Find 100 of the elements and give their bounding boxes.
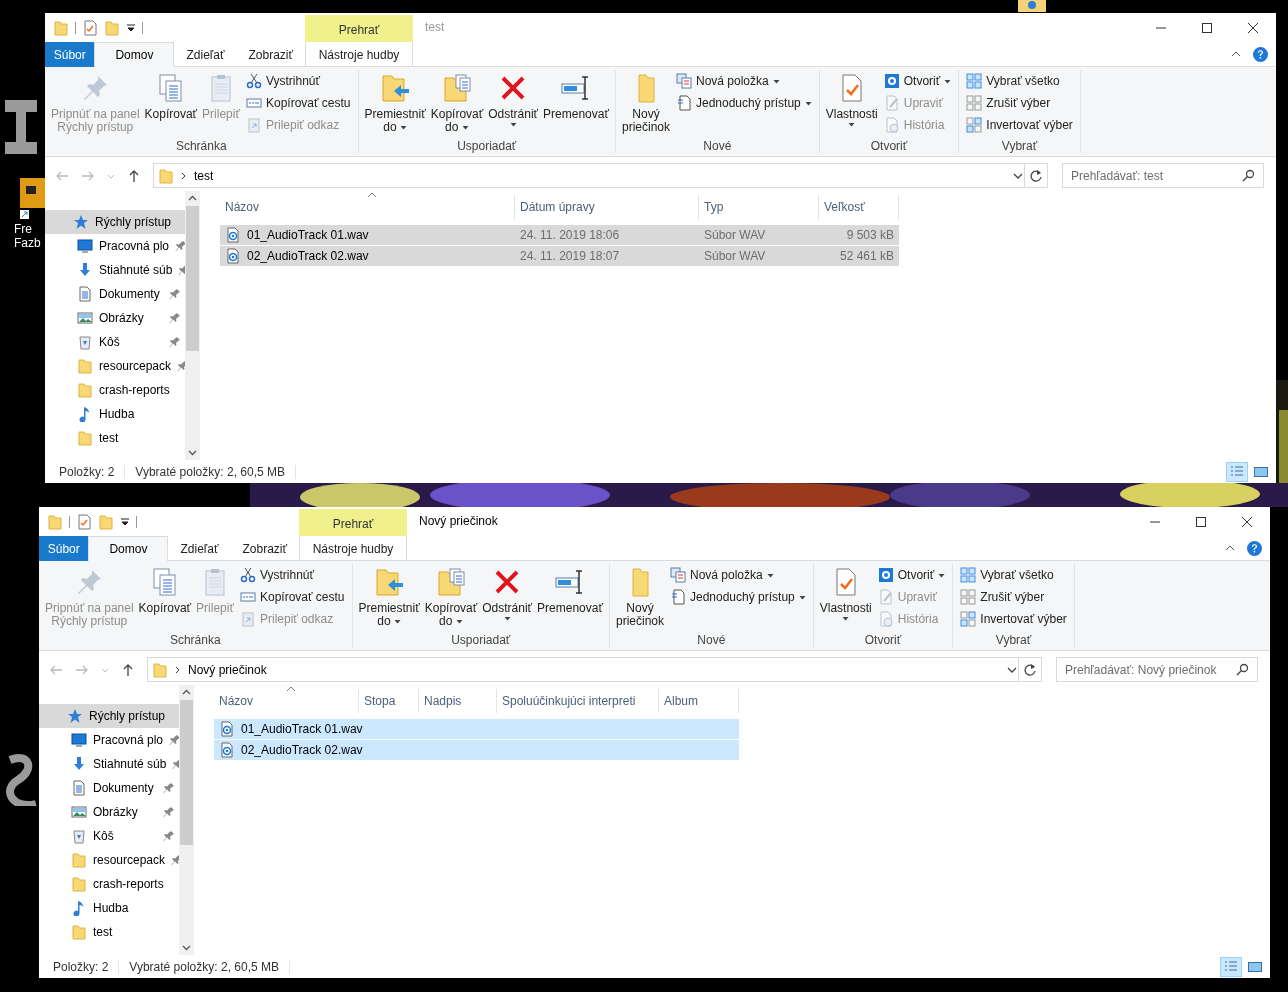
address-field[interactable]: Nový priečinok [147, 657, 1042, 682]
search-field[interactable]: Prehľadávať: Nový priečinok [1056, 657, 1258, 682]
ribbon-button[interactable]: Kopírovať [142, 70, 200, 123]
search-field[interactable]: Prehľadávať: test [1062, 163, 1264, 188]
grid-icon [966, 73, 983, 89]
maximize-icon[interactable] [1195, 515, 1207, 528]
checklist-icon[interactable] [76, 513, 92, 530]
nav-item[interactable]: Dokumenty [39, 776, 179, 800]
column-header[interactable]: Dátum úpravy [515, 195, 699, 219]
nav-item[interactable]: test [45, 426, 185, 450]
ribbon-button[interactable]: Nový priečinok [613, 564, 666, 630]
ribbon-tab[interactable]: Zobraziť [236, 42, 305, 67]
ribbon-button[interactable]: Vlastnosti [817, 564, 874, 624]
ribbon-button[interactable]: Kopírovať [136, 564, 194, 617]
nav-item[interactable]: test [39, 920, 179, 944]
caret-icon [848, 121, 856, 128]
table-cell-text: 24. 11. 2019 18:07 [519, 249, 621, 263]
column-header[interactable]: Veľkosť [819, 195, 899, 219]
ribbon-button[interactable]: Odstrániť [480, 564, 535, 624]
help-icon[interactable] [1253, 46, 1268, 62]
ribbon-button[interactable]: Kopírovať cestu [242, 92, 354, 114]
scrollbar[interactable] [179, 685, 194, 955]
column-header[interactable]: Názov [220, 195, 515, 219]
maximize-icon[interactable] [1201, 21, 1213, 34]
nav-item[interactable]: Obrázky [45, 306, 185, 330]
ribbon-tab[interactable]: Zdieľať [174, 42, 237, 67]
column-header[interactable]: Nadpis [419, 689, 497, 713]
ribbon-button[interactable]: Vlastnosti [823, 70, 880, 130]
ribbon-tab[interactable]: Súbor [45, 42, 95, 67]
sort-caret-icon [367, 192, 377, 198]
up-icon[interactable] [121, 662, 135, 677]
file-row[interactable]: 02_AudioTrack 02.wav [214, 740, 739, 760]
ribbon-button[interactable]: Nový priečinok [619, 70, 672, 136]
collapse-icon[interactable] [1225, 543, 1235, 553]
ribbon-tab[interactable]: Zobraziť [230, 536, 299, 561]
ribbon-button[interactable]: Zrušiť výber [957, 586, 1070, 608]
ribbon-button[interactable]: Otvoriť [874, 564, 949, 586]
ribbon-button[interactable]: Vystrihnúť [236, 564, 348, 586]
nav-item[interactable]: Pracovná plo [45, 234, 185, 258]
desktop-icon[interactable] [1018, 0, 1048, 12]
column-header[interactable]: Názov [214, 689, 359, 713]
ribbon-button[interactable]: Zrušiť výber [963, 92, 1076, 114]
column-header[interactable]: Spoluúčinkujúci interpreti [497, 689, 659, 713]
nav-item[interactable]: Dokumenty [45, 282, 185, 306]
close-icon[interactable] [1247, 21, 1259, 34]
nav-item[interactable]: crash-reports [45, 378, 185, 402]
nav-item[interactable]: resourcepack [39, 848, 179, 872]
ribbon-button[interactable]: Jednoduchý prístup [673, 92, 815, 114]
ribbon-button[interactable]: Vystrihnúť [242, 70, 354, 92]
nav-item[interactable]: Obrázky [39, 800, 179, 824]
ribbon-button[interactable]: Premenovať [541, 70, 611, 123]
checklist-icon[interactable] [82, 19, 98, 36]
refresh-icon[interactable] [1029, 168, 1043, 183]
ribbon-button[interactable]: Nová položka [673, 70, 815, 92]
close-icon[interactable] [1241, 515, 1253, 528]
ribbon-button[interactable]: Kopírovať do [422, 564, 480, 630]
up-icon[interactable] [127, 168, 141, 183]
ribbon-button[interactable]: Vybrať všetko [963, 70, 1076, 92]
ribbon-button[interactable]: Premenovať [535, 564, 605, 617]
file-row[interactable]: 01_AudioTrack 01.wav [214, 719, 739, 739]
ribbon-button[interactable]: Jednoduchý prístup [667, 586, 809, 608]
ribbon-button[interactable]: Vybrať všetko [957, 564, 1070, 586]
nav-item[interactable]: Rýchly prístup [45, 210, 185, 234]
ribbon-button[interactable]: Odstrániť [486, 70, 541, 130]
help-icon[interactable] [1247, 540, 1262, 556]
scrollbar[interactable] [185, 191, 200, 460]
ribbon-tab[interactable]: Domov [88, 536, 169, 561]
column-header[interactable]: Stopa [359, 689, 419, 713]
file-row[interactable]: 02_AudioTrack 02.wav 24. 11. 2019 18:07 Súbor WAV 52 461 kB [220, 246, 899, 266]
nav-item[interactable]: Stiahnuté súb [39, 752, 179, 776]
dropdown-icon[interactable] [126, 22, 136, 33]
ribbon-tab[interactable]: Domov [94, 42, 175, 67]
ribbon-button[interactable]: Premiestniť do [356, 564, 422, 630]
column-header[interactable]: Album [659, 689, 739, 713]
column-header[interactable]: Typ [699, 195, 819, 219]
file-row[interactable]: 01_AudioTrack 01.wav 24. 11. 2019 18:06 Súbor WAV 9 503 kB [220, 225, 899, 245]
nav-item[interactable]: Kôš [39, 824, 179, 848]
nav-item[interactable]: Kôš [45, 330, 185, 354]
nav-item[interactable]: Rýchly prístup [39, 704, 179, 728]
nav-item[interactable]: Pracovná plo [39, 728, 179, 752]
ribbon-button[interactable]: Kopírovať cestu [236, 586, 348, 608]
ribbon-button[interactable]: Invertovať výber [963, 114, 1076, 136]
pin-icon [175, 240, 185, 252]
nav-item[interactable]: Hudba [45, 402, 185, 426]
ribbon-tab[interactable]: Zdieľať [168, 536, 231, 561]
nav-item[interactable]: crash-reports [39, 872, 179, 896]
address-field[interactable]: test [153, 163, 1048, 188]
ribbon-button[interactable]: Otvoriť [880, 70, 955, 92]
ribbon-tab[interactable]: Súbor [39, 536, 89, 561]
refresh-icon[interactable] [1023, 662, 1037, 677]
nav-item[interactable]: resourcepack [45, 354, 185, 378]
nav-item[interactable]: Stiahnuté súb [45, 258, 185, 282]
ribbon-button[interactable]: Nová položka [667, 564, 809, 586]
clipboard-icon [245, 117, 262, 133]
collapse-icon[interactable] [1231, 49, 1241, 59]
ribbon-button[interactable]: Kopírovať do [428, 70, 486, 136]
dropdown-icon[interactable] [120, 516, 130, 527]
ribbon-button[interactable]: Premiestniť do [362, 70, 428, 136]
nav-item[interactable]: Hudba [39, 896, 179, 920]
ribbon-button[interactable]: Invertovať výber [957, 608, 1070, 630]
